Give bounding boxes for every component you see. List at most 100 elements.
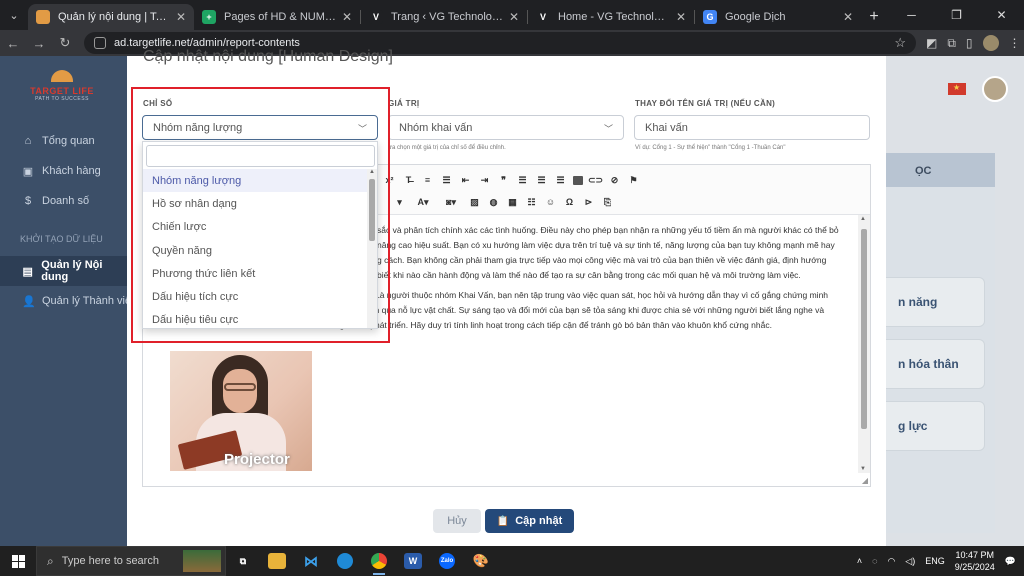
cancel-button[interactable]: Hủy: [433, 509, 481, 533]
network-icon[interactable]: ◌: [872, 556, 877, 566]
globe-icon[interactable]: ◍: [487, 196, 500, 209]
extension-icon[interactable]: ◩: [926, 36, 937, 50]
bookmark-star-icon[interactable]: ☆: [894, 35, 906, 51]
close-window-button[interactable]: ✕: [979, 0, 1024, 30]
tab-close-icon[interactable]: ✕: [176, 10, 186, 24]
anchor-flag-icon[interactable]: ⚑: [627, 174, 640, 187]
tab-close-icon[interactable]: ✕: [843, 10, 853, 24]
scrollbar-thumb[interactable]: [861, 229, 867, 429]
rename-input[interactable]: Khai vấn: [634, 115, 870, 140]
numbered-list-icon[interactable]: ≡: [421, 174, 434, 187]
clock-date: 9/25/2024: [954, 562, 995, 572]
clock[interactable]: 10:47 PM 9/25/2024: [955, 549, 995, 573]
user-avatar[interactable]: [982, 76, 1008, 102]
resize-handle-icon[interactable]: ◢: [862, 476, 868, 485]
clipboard-icon: 📋: [496, 515, 510, 527]
align-center-icon[interactable]: ☰: [535, 174, 548, 187]
iframe-icon[interactable]: ⊳: [582, 196, 595, 209]
edge-button[interactable]: [328, 546, 362, 576]
emoji-icon[interactable]: ☺: [544, 196, 557, 209]
chrome-menu-icon[interactable]: ⋮: [1009, 36, 1021, 50]
chrome-button[interactable]: [362, 546, 396, 576]
tab-close-icon[interactable]: ✕: [509, 10, 519, 24]
modal-title: Cập nhật nội dung [Human Design]: [143, 48, 393, 65]
language-indicator[interactable]: ENG: [925, 556, 945, 566]
bullet-list-icon[interactable]: ☰: [440, 174, 453, 187]
wifi-icon[interactable]: ◠: [887, 556, 895, 567]
text-line: sắc và phân tích chính xác các tình huốn…: [377, 225, 839, 235]
special-char-icon[interactable]: Ω: [563, 196, 576, 209]
unlink-icon[interactable]: ⊘: [608, 174, 621, 187]
vscode-button[interactable]: ⋈: [294, 546, 328, 576]
notification-icon[interactable]: 💬: [1005, 556, 1016, 567]
vietnam-flag-icon[interactable]: [948, 83, 966, 95]
scroll-down-arrow-icon[interactable]: ▼: [860, 466, 866, 472]
start-button[interactable]: [0, 546, 36, 576]
zalo-button[interactable]: Zalo: [430, 546, 464, 576]
word-button[interactable]: W: [396, 546, 430, 576]
sidepanel-icon[interactable]: ▯: [966, 36, 973, 50]
tab-search-button[interactable]: ⌄: [0, 0, 28, 30]
sidebar-item-overview[interactable]: ⌂ Tổng quan: [0, 126, 127, 156]
table-icon[interactable]: ▦: [506, 196, 519, 209]
sidebar-item-label: Khách hàng: [42, 165, 101, 177]
remove-format-icon[interactable]: T̶: [402, 174, 415, 187]
minimize-button[interactable]: ─: [889, 0, 934, 30]
tab-close-icon[interactable]: ✕: [676, 10, 686, 24]
background-card[interactable]: n năng: [875, 277, 985, 327]
browser-tab[interactable]: Quản lý nội dung | Target Life ✕: [28, 4, 194, 30]
back-button[interactable]: ←: [0, 36, 26, 51]
reload-button[interactable]: ↻: [52, 35, 78, 51]
logo-brand: TARGET LIFE: [30, 86, 94, 96]
browser-tab[interactable]: V Home - VG Technology ✕: [528, 4, 694, 30]
maximize-button[interactable]: ❐: [934, 0, 979, 30]
dropdown-arrow-icon[interactable]: ▾: [393, 196, 406, 209]
source-icon[interactable]: ⎘: [601, 196, 614, 209]
dollar-icon: $: [24, 195, 32, 207]
browser-tab[interactable]: + Pages of HD & NUM web - Goo ✕: [194, 4, 360, 30]
sidebar-item-content-management[interactable]: ▤ Quản lý Nội dung: [0, 256, 127, 286]
file-explorer-button[interactable]: [260, 546, 294, 576]
link-icon[interactable]: ⊂⊃: [588, 174, 603, 187]
browser-tab[interactable]: G Google Dịch ✕: [695, 4, 861, 30]
clock-time: 10:47 PM: [955, 550, 995, 560]
scroll-up-arrow-icon[interactable]: ▲: [860, 216, 866, 222]
outdent-icon[interactable]: ⇤: [459, 174, 472, 187]
update-button-label: Cập nhật: [515, 515, 563, 527]
justify-icon[interactable]: [573, 175, 583, 185]
sidebar-item-customers[interactable]: ▣ Khách hàng: [0, 156, 127, 186]
sidebar-item-sales[interactable]: $ Doanh số: [0, 186, 127, 216]
system-tray: ˄ ◌ ◠ ◁) ENG 10:47 PM 9/25/2024 💬: [857, 546, 1024, 576]
volume-icon[interactable]: ◁): [905, 556, 915, 567]
extensions-puzzle-icon[interactable]: ⧉: [947, 36, 956, 51]
align-left-icon[interactable]: ☰: [516, 174, 529, 187]
background-card[interactable]: g lực: [875, 401, 985, 451]
chevron-up-icon[interactable]: ˄: [857, 556, 862, 566]
editor-scrollbar[interactable]: ▲ ▼: [858, 215, 870, 473]
background-card[interactable]: n hóa thân: [875, 339, 985, 389]
target-life-logo[interactable]: TARGET LIFE PATH TO SUCCESS: [22, 70, 102, 112]
update-button[interactable]: 📋 Cập nhật: [485, 509, 574, 533]
site-info-icon[interactable]: [94, 37, 106, 49]
browser-tab[interactable]: V Trang ‹ VG Technology — Word ✕: [361, 4, 527, 30]
taskbar-search-box[interactable]: ⌕ Type here to search: [36, 546, 226, 576]
task-view-button[interactable]: ⧉: [226, 546, 260, 576]
tab-close-icon[interactable]: ✕: [342, 10, 352, 24]
horizontal-line-icon[interactable]: ☷: [525, 196, 538, 209]
indent-icon[interactable]: ⇥: [478, 174, 491, 187]
extensions-area: ◩ ⧉ ▯ ⋮: [926, 35, 1021, 51]
image-icon[interactable]: ▨: [468, 196, 481, 209]
new-tab-button[interactable]: +: [861, 4, 887, 30]
tab-title: Pages of HD & NUM web - Goo: [224, 11, 336, 23]
text-color-icon[interactable]: A▾: [412, 196, 434, 209]
paint-button[interactable]: 🎨: [464, 546, 498, 576]
profile-avatar[interactable]: [982, 35, 999, 51]
text-line: giá trị bản thân qua nỗ lực vật chất. Sự…: [323, 305, 825, 315]
bg-color-icon[interactable]: ◙▾: [440, 196, 462, 209]
forward-button[interactable]: →: [26, 36, 52, 51]
sidebar-item-member-management[interactable]: 👤 Quản lý Thành viên: [0, 286, 127, 316]
blockquote-icon[interactable]: ❞: [497, 174, 510, 187]
content-image[interactable]: Projector: [170, 351, 312, 471]
align-right-icon[interactable]: ☰: [554, 174, 567, 187]
value-select[interactable]: Nhóm khai vấn ﹀: [388, 115, 624, 140]
